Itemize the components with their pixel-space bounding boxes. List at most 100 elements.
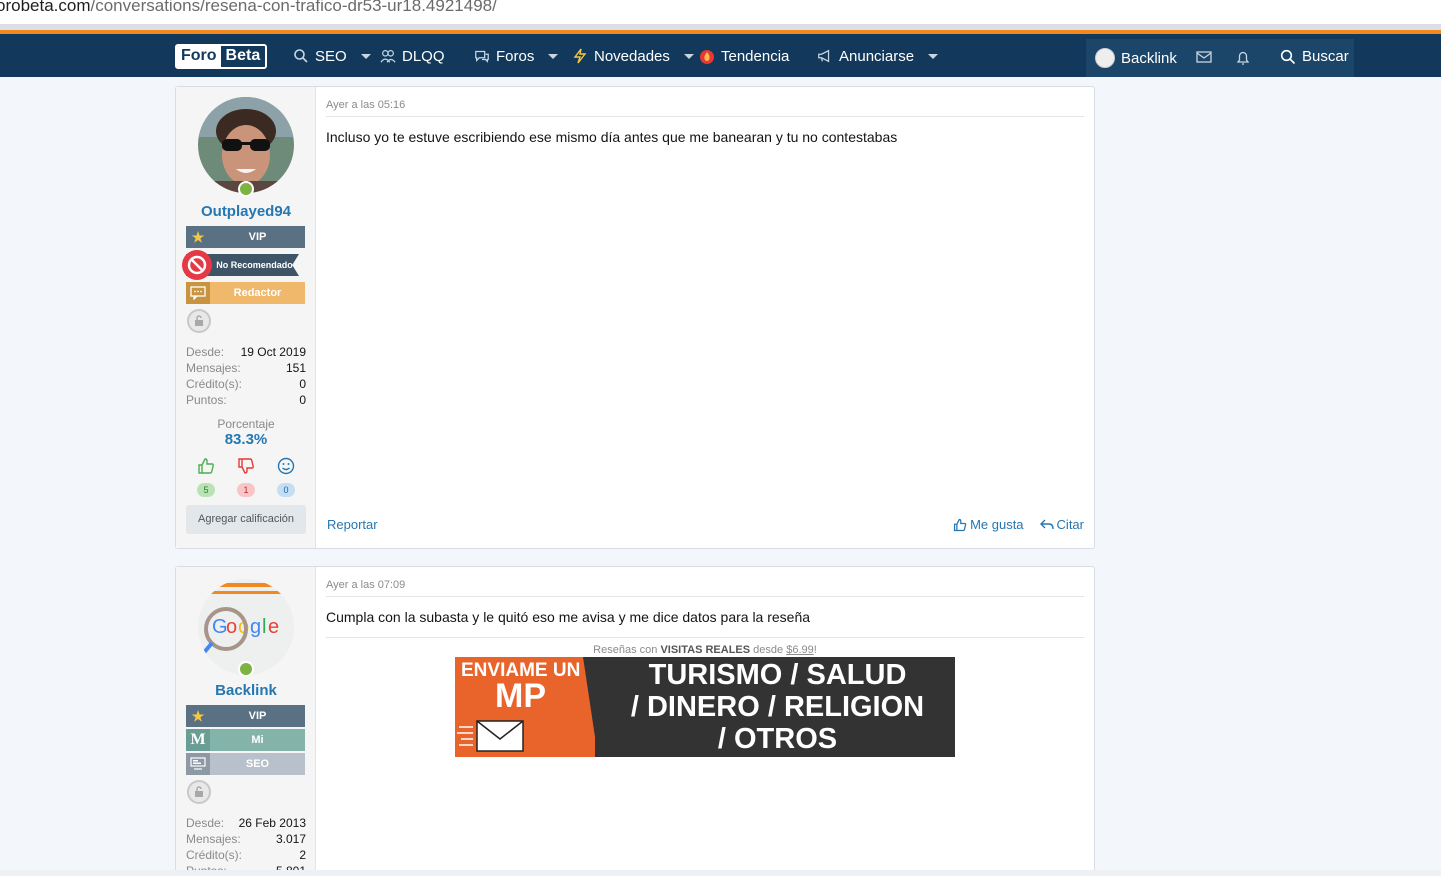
message-text: Cumpla con la subasta y le quitó eso me … (326, 609, 811, 625)
reply-icon (1039, 519, 1054, 529)
seo-icon (186, 753, 210, 775)
nav-item-label: Novedades (594, 47, 670, 65)
banner-label: SEO (245, 758, 270, 770)
percentage-label: Porcentaje (217, 417, 275, 431)
stat-key: Desde: (186, 345, 225, 359)
ad-right-line1: TURISMO / SALUD (648, 659, 907, 691)
stat-row: Mensajes: 151 (186, 361, 306, 377)
search-button[interactable]: Buscar (1280, 48, 1349, 65)
signature-prefix: Reseñas con (593, 644, 658, 656)
like-button[interactable]: Me gusta (953, 517, 1024, 532)
avatar (1095, 48, 1115, 68)
nav-item-dlqq[interactable]: DLQQ (380, 44, 445, 68)
star-icon: ★ (191, 707, 205, 724)
nav-item-seo[interactable]: SEO (293, 44, 371, 68)
ad-diagonal (583, 657, 598, 757)
rating-neutral[interactable]: 0 (274, 457, 298, 498)
message-content: Ayer a las 07:09 Cumpla con la subasta y… (326, 567, 1084, 876)
rating-negative[interactable]: 1 (234, 457, 258, 498)
nav-item-novedades[interactable]: Novedades (572, 44, 694, 68)
stat-value: 26 Feb 2013 (238, 816, 306, 830)
message-text: Incluso yo te estuve escribiendo ese mis… (326, 129, 898, 145)
chat-icon (186, 282, 210, 304)
logo-left-text: Foro (177, 46, 221, 67)
stat-key: Crédito(s): (186, 848, 243, 862)
account-menu[interactable]: Backlink (1095, 48, 1177, 68)
message-post: G o o g l e Backlink ★ VIP M Mi SEO Desd… (175, 566, 1095, 876)
banner-label: VIP (248, 710, 267, 722)
envelope-icon (1196, 51, 1212, 63)
avatar[interactable] (198, 97, 294, 193)
signature-ad-banner[interactable]: ENVIAME UN MP TURISMO / SALUD / DINERO /… (455, 657, 955, 757)
ad-right-line3: / OTROS (717, 723, 838, 755)
chevron-down-icon (360, 53, 371, 59)
url-text[interactable]: orobeta.com/conversations/resena-con-tra… (0, 0, 497, 16)
signature-suffix: ! (813, 644, 817, 656)
envelope-icon (457, 720, 524, 752)
post-actions: Me gusta Citar (953, 517, 1084, 532)
rating-neutral-count: 0 (277, 483, 295, 497)
page-bottom-strip (0, 870, 1441, 876)
user-banner-mi: M Mi (186, 729, 305, 751)
bell-icon (1236, 51, 1250, 65)
thumbs-down-icon (238, 458, 254, 474)
user-stats: Desde: 19 Oct 2019 Mensajes: 151 Crédito(s… (186, 345, 306, 409)
main-navbar: Foro Beta SEO DLQQ Foros Novedades Tende… (0, 30, 1441, 77)
site-logo[interactable]: Foro Beta (175, 44, 268, 69)
ad-left-line2: MP (495, 677, 546, 715)
stat-value: 0 (299, 377, 306, 391)
ad-left-panel: ENVIAME UN MP (455, 657, 595, 757)
username[interactable]: Outplayed94 (176, 203, 316, 220)
online-status-icon (238, 181, 254, 197)
svg-text:e: e (268, 616, 279, 638)
add-rating-button[interactable]: Agregar calificación (186, 505, 306, 534)
thumbs-up-icon (198, 458, 214, 474)
message-post: Outplayed94 ★ VIP No Recomendado Redacto… (175, 86, 1095, 549)
megaphone-icon (818, 49, 830, 63)
nav-item-label: DLQQ (402, 47, 445, 65)
post-timestamp[interactable]: Ayer a las 07:09 (326, 579, 405, 591)
nav-item-foros[interactable]: Foros (474, 44, 559, 68)
message-content: Ayer a las 05:16 Incluso yo te estuve es… (326, 87, 1084, 548)
browser-url-bar[interactable]: orobeta.com/conversations/resena-con-tra… (0, 0, 1441, 24)
nav-item-anunciarse[interactable]: Anunciarse (817, 44, 939, 68)
inbox-button[interactable] (1196, 50, 1212, 64)
banner-label: Redactor (233, 287, 282, 299)
post-timestamp[interactable]: Ayer a las 05:16 (326, 99, 405, 111)
stat-value: 19 Oct 2019 (240, 345, 306, 359)
stat-row: Desde: 26 Feb 2013 (186, 816, 306, 832)
stat-key: Puntos: (186, 393, 227, 407)
thumbs-up-icon (953, 518, 967, 531)
stat-row: Crédito(s): 2 (186, 848, 306, 864)
user-banner-vip: ★ VIP (186, 705, 305, 727)
search-icon (1280, 49, 1296, 64)
signature-price-link[interactable]: $6.99 (786, 644, 814, 656)
chevron-down-icon (683, 53, 694, 59)
stat-row: Puntos: 0 (186, 393, 306, 409)
post-user-panel: G o o g l e Backlink ★ VIP M Mi SEO Desd… (176, 567, 316, 876)
fire-icon (700, 50, 714, 64)
lock-icon (187, 309, 211, 333)
user-photo (198, 97, 294, 193)
rating-positive[interactable]: 5 (194, 457, 218, 498)
stat-value: 0 (299, 393, 306, 407)
nav-item-label: SEO (315, 47, 347, 65)
nav-item-label: Tendencia (721, 47, 790, 65)
chevron-down-icon (548, 53, 559, 59)
post-user-panel: Outplayed94 ★ VIP No Recomendado Redacto… (176, 87, 316, 548)
nav-item-tendencia[interactable]: Tendencia (699, 44, 789, 68)
alerts-button[interactable] (1235, 50, 1251, 66)
svg-text:g: g (250, 616, 261, 638)
smile-icon (277, 457, 295, 475)
banner-label: Mi (251, 734, 264, 746)
nav-item-label: Foros (496, 47, 535, 65)
quote-button[interactable]: Citar (1039, 517, 1084, 532)
banner-label: VIP (248, 231, 267, 243)
search-label: Buscar (1302, 48, 1349, 65)
account-name: Backlink (1121, 49, 1177, 67)
stat-key: Mensajes: (186, 361, 241, 375)
report-link[interactable]: Reportar (327, 517, 378, 532)
nav-account-area: Backlink Buscar (1086, 39, 1354, 77)
username[interactable]: Backlink (176, 682, 316, 699)
stat-key: Mensajes: (186, 832, 241, 846)
